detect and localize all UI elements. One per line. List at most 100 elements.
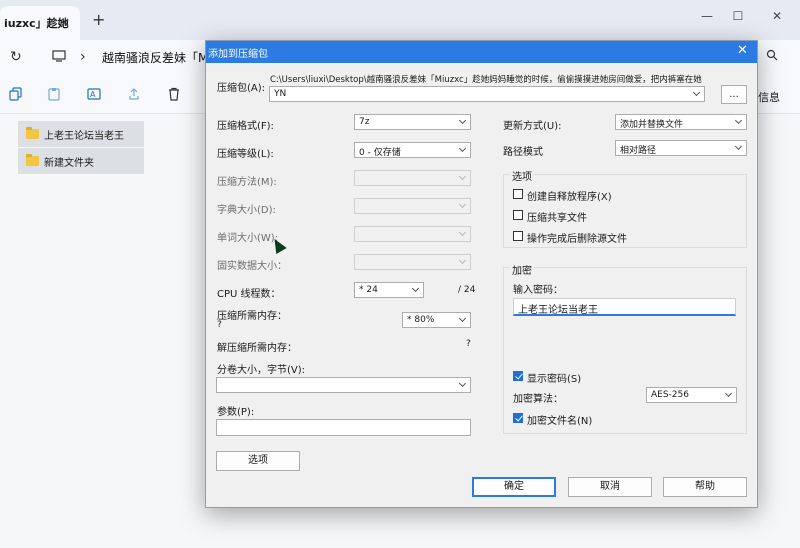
- search-icon[interactable]: [766, 49, 778, 65]
- copy-icon[interactable]: [8, 87, 24, 103]
- chevron-down-icon[interactable]: [458, 315, 468, 325]
- update-mode-value: 添加并替换文件: [620, 120, 684, 130]
- path-mode-select[interactable]: 相对路径: [615, 140, 747, 156]
- dict-size-label: 字典大小(D):: [217, 205, 276, 216]
- word-size-select[interactable]: [354, 226, 471, 242]
- options-group-title: 选项: [510, 168, 534, 183]
- checkbox-box[interactable]: [513, 189, 523, 199]
- chevron-down-icon[interactable]: [458, 145, 468, 155]
- update-mode-select[interactable]: 添加并替换文件: [615, 114, 747, 130]
- file-name: 上老王论坛当老王: [44, 131, 124, 142]
- dialog-title: 添加到压缩包: [208, 49, 268, 60]
- minimize-button[interactable]: —: [692, 5, 722, 27]
- browse-button[interactable]: ...: [721, 85, 747, 104]
- encrypt-names-label: 加密文件名(N): [527, 416, 593, 427]
- options-button[interactable]: 选项: [216, 451, 300, 471]
- method-select[interactable]: [354, 170, 471, 186]
- path-mode-value: 相对路径: [620, 146, 657, 156]
- chevron-right-icon: ›: [80, 49, 86, 65]
- mem-decompress-label: 解压缩所需内存：: [217, 343, 297, 354]
- refresh-icon[interactable]: ↻: [10, 49, 22, 65]
- mem-percent-select[interactable]: * 80%: [402, 312, 471, 328]
- dialog-titlebar: 添加到压缩包 ✕: [206, 41, 757, 63]
- window-close-button[interactable]: ✕: [762, 5, 792, 27]
- chevron-down-icon: [458, 173, 468, 183]
- ok-button[interactable]: 确定: [472, 477, 556, 497]
- encrypt-names-checkbox[interactable]: 加密文件名(N): [513, 412, 592, 427]
- checkbox-box-checked[interactable]: [513, 413, 523, 423]
- checkbox-box-checked[interactable]: [513, 371, 523, 381]
- cpu-threads-max: / 24: [458, 285, 476, 295]
- new-tab-button[interactable]: +: [92, 12, 105, 28]
- list-item[interactable]: 上老王论坛当老王: [18, 121, 144, 147]
- breadcrumb[interactable]: 越南骚浪反差妹「M: [102, 49, 208, 66]
- file-name: 新建文件夹: [44, 158, 94, 169]
- sfx-checkbox[interactable]: 创建自释放程序(X): [513, 188, 612, 203]
- checkbox-box[interactable]: [513, 210, 523, 220]
- delete-after-checkbox[interactable]: 操作完成后删除源文件: [513, 230, 627, 245]
- chevron-down-icon[interactable]: [458, 380, 468, 390]
- shared-files-label: 压缩共享文件: [527, 213, 587, 224]
- chevron-down-icon[interactable]: [411, 285, 421, 295]
- chevron-down-icon: [458, 257, 468, 267]
- level-label: 压缩等级(L):: [217, 149, 274, 160]
- show-password-checkbox[interactable]: 显示密码(S): [513, 370, 581, 385]
- params-label: 参数(P):: [217, 407, 255, 418]
- chevron-down-icon[interactable]: [724, 390, 734, 400]
- mem-decompress-value: ?: [466, 339, 471, 349]
- tab-title: iuzxc」趁她: [4, 17, 69, 30]
- level-value: 0 - 仅存储: [359, 148, 401, 158]
- chevron-down-icon: [458, 201, 468, 211]
- show-password-label: 显示密码(S): [527, 374, 582, 385]
- solid-size-label: 固实数据大小：: [217, 261, 287, 272]
- volume-size-combobox[interactable]: [216, 377, 471, 393]
- share-icon[interactable]: [126, 87, 142, 103]
- chevron-down-icon[interactable]: [458, 117, 468, 127]
- level-select[interactable]: 0 - 仅存储: [354, 142, 471, 158]
- list-item[interactable]: 新建文件夹: [18, 148, 144, 174]
- delete-after-label: 操作完成后删除源文件: [527, 234, 627, 245]
- cpu-threads-value: * 24: [359, 285, 378, 295]
- checkbox-box[interactable]: [513, 231, 523, 241]
- monitor-icon[interactable]: [52, 49, 66, 67]
- shared-files-checkbox[interactable]: 压缩共享文件: [513, 209, 587, 224]
- password-input[interactable]: 上老王论坛当老王: [513, 298, 736, 316]
- tab-bar: iuzxc」趁她 × + — ☐ ✕: [0, 0, 800, 40]
- paste-icon[interactable]: [46, 87, 62, 103]
- cpu-threads-select[interactable]: * 24: [354, 282, 424, 298]
- svg-text:A: A: [90, 90, 96, 99]
- password-label: 输入密码：: [513, 285, 563, 296]
- solid-size-select[interactable]: [354, 254, 471, 270]
- dialog-close-icon[interactable]: ✕: [737, 43, 748, 58]
- delete-icon[interactable]: [166, 87, 182, 103]
- update-mode-label: 更新方式(U):: [503, 121, 562, 132]
- browser-tab[interactable]: iuzxc」趁她 ×: [0, 6, 80, 40]
- mem-percent-value: * 80%: [407, 315, 435, 325]
- sfx-label: 创建自释放程序(X): [527, 192, 612, 203]
- add-to-archive-dialog: 添加到压缩包 ✕ 压缩包(A): C:\Users\liuxi\Desktop\…: [205, 40, 758, 508]
- format-select[interactable]: 7z: [354, 114, 471, 130]
- params-input[interactable]: [216, 419, 471, 436]
- chevron-down-icon[interactable]: [692, 89, 702, 99]
- mem-compress-value: ?: [217, 320, 222, 330]
- info-button[interactable]: 信息: [758, 89, 780, 105]
- folder-icon: [26, 127, 39, 139]
- dict-size-select[interactable]: [354, 198, 471, 214]
- archive-path: C:\Users\liuxi\Desktop\越南骚浪反差妹「Miuzxc」趁她…: [270, 75, 702, 85]
- cancel-button[interactable]: 取消: [568, 477, 652, 497]
- tab-close-icon[interactable]: ×: [60, 15, 70, 29]
- path-mode-label: 路径模式: [503, 147, 543, 158]
- algorithm-value: AES-256: [651, 390, 689, 400]
- rename-icon[interactable]: A: [86, 87, 102, 103]
- archive-name-combobox[interactable]: YN: [269, 86, 705, 102]
- folder-icon: [26, 154, 39, 166]
- algorithm-label: 加密算法：: [513, 394, 563, 405]
- help-button[interactable]: 帮助: [663, 477, 747, 497]
- algorithm-select[interactable]: AES-256: [646, 387, 737, 403]
- maximize-button[interactable]: ☐: [723, 5, 753, 27]
- chevron-down-icon[interactable]: [734, 143, 744, 153]
- chevron-down-icon[interactable]: [734, 117, 744, 127]
- cpu-threads-label: CPU 线程数：: [217, 289, 281, 300]
- format-value: 7z: [359, 117, 370, 127]
- format-label: 压缩格式(F):: [217, 121, 274, 132]
